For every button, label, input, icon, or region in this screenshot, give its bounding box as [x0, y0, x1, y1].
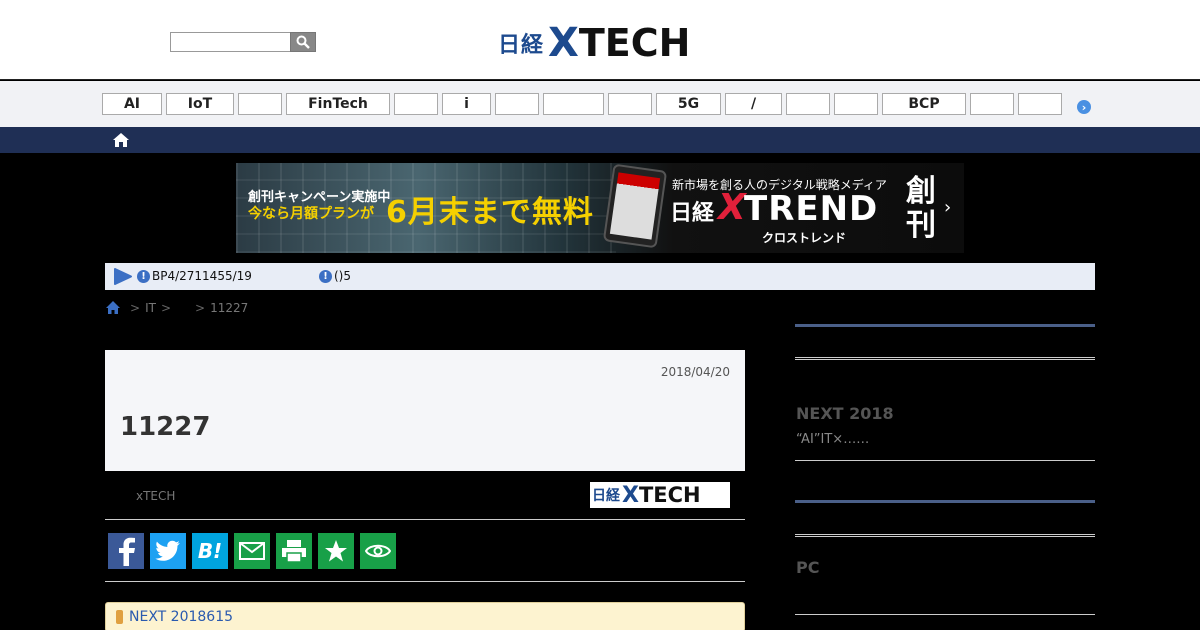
tag-5g[interactable]: 5G — [656, 93, 721, 115]
banner-headline: 6月末まで無料 — [386, 195, 594, 230]
search-input[interactable] — [170, 32, 290, 52]
email-share-button[interactable] — [234, 533, 270, 569]
sidebar-description: “AI”IT×…… — [796, 432, 870, 447]
tag-i[interactable]: i — [442, 93, 491, 115]
twitter-share-button[interactable] — [150, 533, 186, 569]
alert-icon: ! — [137, 269, 150, 283]
tag-item[interactable] — [1018, 93, 1062, 115]
bookmark-button[interactable] — [318, 533, 354, 569]
tag-item[interactable] — [834, 93, 878, 115]
notice-marker — [116, 610, 123, 624]
banner-line2: 今なら月額プランが — [248, 206, 374, 222]
byline-source: xTECH — [136, 489, 176, 503]
banner-brand-x: X — [718, 187, 746, 228]
alert-item[interactable]: ! ()5 — [319, 269, 351, 283]
sidebar-divider — [795, 357, 1095, 360]
search-button[interactable] — [290, 32, 316, 52]
tag-item[interactable] — [238, 93, 282, 115]
chevron-right-icon: › — [944, 197, 952, 218]
logo-jp-text: 日経 — [498, 33, 545, 58]
share-buttons: B! — [105, 521, 745, 582]
sidebar-divider — [795, 460, 1095, 461]
star-icon — [325, 540, 347, 562]
notice-link[interactable]: NEXT 2018615 — [129, 609, 233, 625]
sidebar-heading[interactable]: PC — [796, 558, 819, 577]
tag-item[interactable] — [786, 93, 830, 115]
print-button[interactable] — [276, 533, 312, 569]
sidebar-divider — [795, 500, 1095, 503]
sidebar-divider — [795, 534, 1095, 537]
site-logo[interactable]: 日経 X TECH — [498, 20, 690, 66]
alert-bar: ! BP4/2711455/19 ! ()5 — [105, 263, 1095, 290]
mail-icon — [239, 542, 265, 560]
banner-sokan: 創刊 — [906, 174, 936, 243]
banner-brand-jp: 日経 — [670, 201, 715, 226]
twitter-icon — [155, 540, 180, 561]
tag-item[interactable] — [608, 93, 652, 115]
home-icon[interactable] — [112, 131, 130, 149]
search-form — [170, 32, 316, 52]
breadcrumb-current: 11227 — [210, 300, 249, 315]
eye-icon — [365, 544, 391, 558]
ad-banner[interactable]: 創刊キャンペーン実施中 今なら月額プランが 6月末まで無料 新市場を創る人のデジ… — [236, 163, 964, 253]
tag-item[interactable] — [970, 93, 1014, 115]
breadcrumb-separator: > — [195, 300, 206, 315]
article-byline: xTECH 日経 X TECH — [105, 476, 745, 520]
tag-item[interactable] — [394, 93, 438, 115]
source-logo: 日経 X TECH — [590, 482, 730, 508]
tag-fintech[interactable]: FinTech — [286, 93, 390, 115]
article-date: 2018/04/20 — [660, 365, 730, 379]
alert-text: BP4/2711455/19 — [152, 269, 252, 283]
breadcrumb-separator: > — [160, 300, 171, 315]
topic-tag-bar: AI IoT FinTech i 5G / BCP › — [0, 81, 1200, 127]
article-header: 2018/04/20 11227 — [105, 350, 745, 471]
facebook-icon — [119, 537, 135, 566]
phone-image — [602, 163, 668, 249]
watch-button[interactable] — [360, 533, 396, 569]
global-nav — [0, 127, 1200, 153]
search-icon — [296, 35, 310, 49]
alert-text: ()5 — [334, 269, 351, 283]
sidebar-divider — [795, 324, 1095, 327]
print-icon — [282, 540, 306, 563]
breadcrumb: > IT > > 11227 — [105, 300, 248, 315]
logo-xtech-text: X TECH — [548, 20, 691, 66]
breadcrumb-separator: > — [130, 300, 141, 315]
related-notice[interactable]: NEXT 2018615 — [105, 602, 745, 630]
sidebar-divider — [795, 614, 1095, 615]
site-header: 日経 X TECH — [0, 0, 1200, 80]
banner-brand-trend: TREND — [744, 189, 879, 229]
sidebar-heading[interactable]: NEXT 2018 — [796, 404, 894, 423]
tag-slash[interactable]: / — [725, 93, 782, 115]
banner-kana: クロストレンド — [762, 231, 847, 245]
tag-item[interactable] — [495, 93, 539, 115]
home-icon[interactable] — [105, 300, 121, 315]
tag-bcp[interactable]: BCP — [882, 93, 966, 115]
tag-iot[interactable]: IoT — [166, 93, 234, 115]
hatena-bookmark-button[interactable]: B! — [192, 533, 228, 569]
tag-ai[interactable]: AI — [102, 93, 162, 115]
flag-icon — [114, 268, 132, 285]
breadcrumb-item[interactable]: IT — [145, 301, 156, 315]
alert-icon: ! — [319, 269, 332, 283]
facebook-share-button[interactable] — [108, 533, 144, 569]
tag-item[interactable] — [543, 93, 604, 115]
alert-item[interactable]: ! BP4/2711455/19 — [137, 269, 252, 283]
tag-next-button[interactable]: › — [1077, 100, 1091, 114]
article-title: 11227 — [120, 412, 211, 442]
